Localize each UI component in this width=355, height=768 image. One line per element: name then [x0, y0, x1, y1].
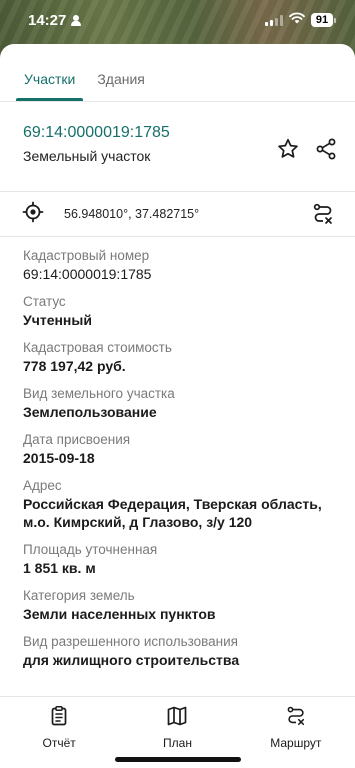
- nav-plan-label: План: [163, 736, 192, 750]
- field-cadastral-value: Кадастровая стоимость 778 197,42 руб.: [23, 340, 172, 374]
- coordinates-row: 56.948010°, 37.482715°: [0, 192, 355, 237]
- tab-bar: Участки Здания: [0, 44, 355, 102]
- field-cadastral-number: Кадастровый номер 69:14:0000019:1785: [23, 248, 152, 282]
- person-icon: [71, 14, 82, 26]
- field-address: Адрес Российская Федерация, Тверская обл…: [23, 478, 322, 530]
- wifi-icon: [289, 11, 305, 29]
- tab-buildings[interactable]: Здания: [89, 71, 153, 101]
- map-icon: [166, 705, 188, 732]
- nav-route[interactable]: Маршрут: [237, 697, 355, 768]
- parcel-info-sheet: Участки Здания 69:14:0000019:1785 Земель…: [0, 44, 355, 768]
- nav-route-label: Маршрут: [270, 736, 322, 750]
- battery-indicator: 91: [311, 13, 336, 27]
- clipboard-icon: [48, 705, 70, 732]
- parcel-details: Кадастровый номер 69:14:0000019:1785 Ста…: [0, 237, 355, 669]
- field-parcel-kind: Вид земельного участка Землепользование: [23, 386, 175, 420]
- status-bar: 14:27 91: [0, 0, 355, 40]
- location-target-icon[interactable]: [22, 201, 44, 228]
- cellular-signal-icon: [265, 14, 283, 26]
- tab-parcels[interactable]: Участки: [16, 71, 84, 101]
- coordinates-text: 56.948010°, 37.482715°: [64, 207, 200, 221]
- route-icon[interactable]: [311, 202, 335, 231]
- field-permitted-use: Вид разрешенного использования для жилищ…: [23, 634, 240, 668]
- favorite-star-icon[interactable]: [275, 136, 301, 162]
- share-icon[interactable]: [313, 136, 339, 162]
- field-assignment-date: Дата присвоения 2015-09-18: [23, 432, 131, 466]
- status-time: 14:27: [28, 11, 67, 29]
- nav-report-label: Отчёт: [42, 736, 76, 750]
- field-land-category: Категория земель Земли населенных пункто…: [23, 588, 216, 622]
- route-icon: [285, 705, 307, 732]
- parcel-header: 69:14:0000019:1785 Земельный участок: [0, 102, 355, 192]
- field-status: Статус Учтенный: [23, 294, 92, 328]
- home-indicator: [115, 757, 241, 762]
- nav-report[interactable]: Отчёт: [0, 697, 118, 768]
- field-area: Площадь уточненная 1 851 кв. м: [23, 542, 158, 576]
